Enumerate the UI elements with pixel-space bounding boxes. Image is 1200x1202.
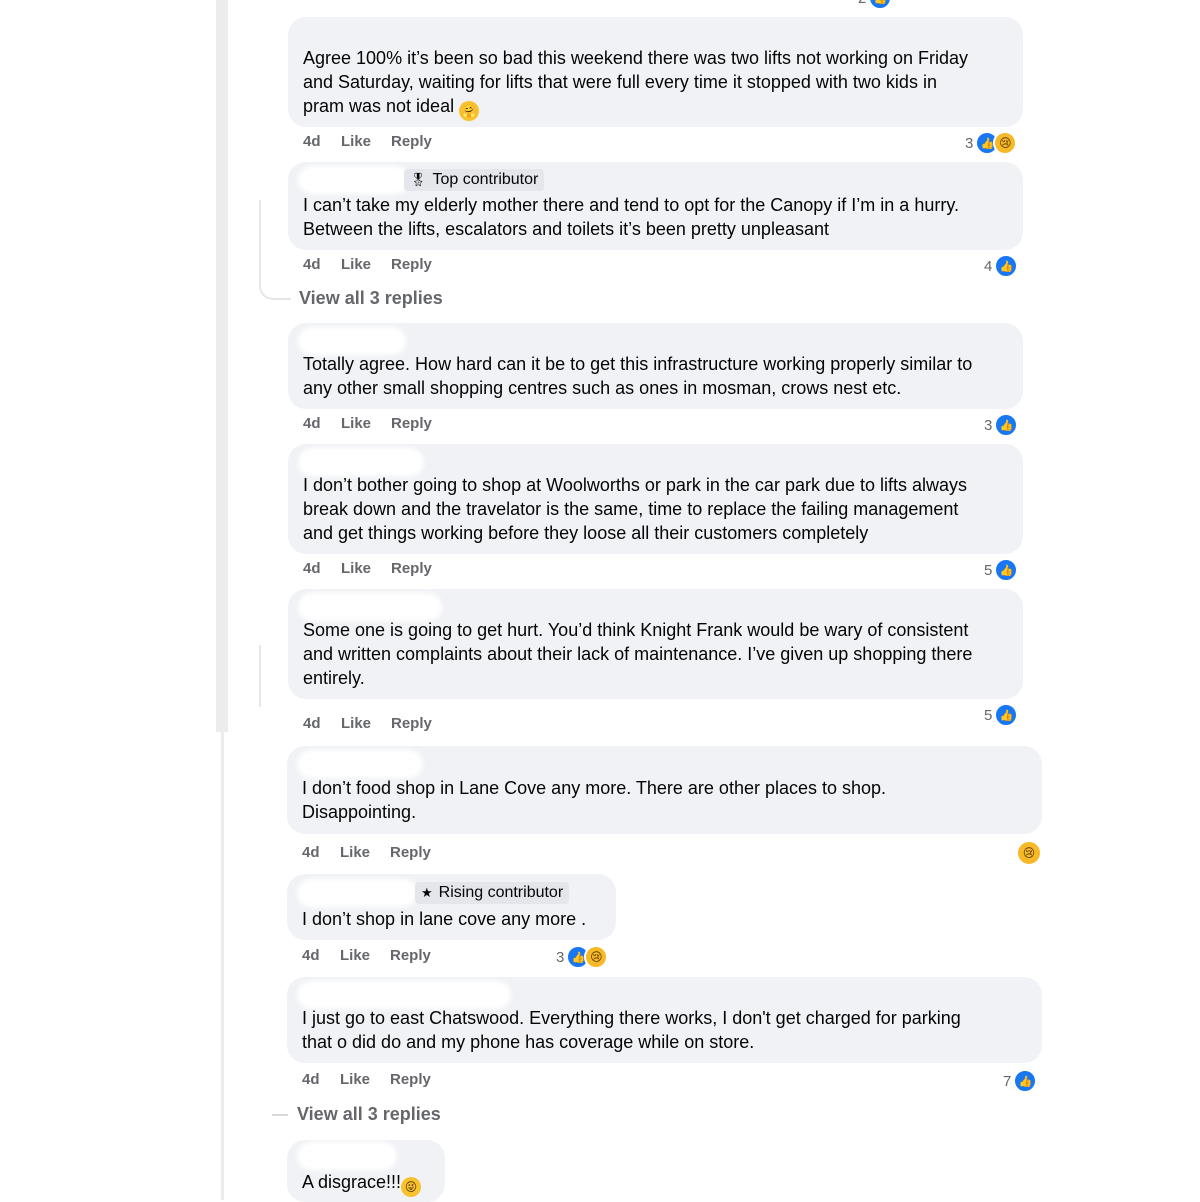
comment-text: A disgrace!!! 😜: [302, 1170, 441, 1197]
reply-thread-line: [259, 200, 291, 300]
reaction-summary-cut[interactable]: 2👍: [858, 0, 893, 10]
like-button[interactable]: Like: [341, 133, 391, 150]
like-button[interactable]: Like: [341, 560, 391, 577]
comment-time[interactable]: 4d: [303, 715, 341, 732]
like-button[interactable]: Like: [340, 947, 390, 964]
author-name-redacted: [301, 985, 507, 1005]
left-gutter: [216, 0, 228, 732]
comment-text: Agree 100% it’s been so bad this weekend…: [303, 46, 1007, 121]
comment-bubble: 🎖 Top contributor I can’t take my elderl…: [288, 162, 1023, 250]
reaction-summary[interactable]: 3 👍: [984, 413, 1019, 437]
like-reaction-icon: 👍: [1013, 1069, 1038, 1093]
comment-text: I don’t bother going to shop at Woolwort…: [303, 475, 968, 543]
reply-button[interactable]: Reply: [390, 844, 431, 861]
like-button[interactable]: Like: [340, 844, 390, 861]
comment-text: I don’t food shop in Lane Cove any more.…: [302, 778, 887, 822]
hugging-face-emoji: 🤗: [459, 101, 480, 121]
comment-actions: 4d Like Reply: [303, 560, 432, 577]
reaction-summary[interactable]: 4 👍: [984, 254, 1019, 278]
comment-text: Some one is going to get hurt. You’d thi…: [303, 620, 973, 688]
sad-reaction-icon: 😢: [1016, 840, 1042, 866]
comment-bubble: ★ Rising contributor I don’t shop in lan…: [287, 874, 616, 940]
reaction-summary[interactable]: 7 👍: [1003, 1069, 1038, 1093]
reply-button[interactable]: Reply: [390, 1071, 431, 1088]
like-button[interactable]: Like: [340, 1071, 390, 1088]
author-name-redacted: [301, 883, 413, 903]
comment-actions: 4d Like Reply: [303, 256, 432, 273]
like-button[interactable]: Like: [341, 256, 391, 273]
comment-text: Totally agree. How hard can it be to get…: [303, 354, 973, 398]
comment-time[interactable]: 4d: [303, 560, 341, 577]
reply-button[interactable]: Reply: [390, 947, 431, 964]
author-name-redacted: [302, 452, 420, 472]
reaction-summary[interactable]: 3 👍 😢: [965, 131, 1018, 155]
like-button[interactable]: Like: [341, 415, 391, 432]
comment-actions: 4d Like Reply: [303, 715, 432, 732]
reaction-summary[interactable]: 5 👍: [984, 558, 1019, 582]
comment-time[interactable]: 4d: [303, 256, 341, 273]
reply-connector: [272, 1114, 288, 1116]
like-button[interactable]: Like: [341, 715, 391, 732]
contributor-badge: ★ Rising contributor: [415, 882, 570, 904]
comment-actions: 4d Like Reply: [303, 133, 432, 150]
comment-actions: 4d Like Reply: [302, 1071, 431, 1088]
reaction-summary[interactable]: 5 👍: [984, 703, 1019, 727]
author-name-redacted: [302, 597, 438, 617]
view-replies-link[interactable]: View all 3 replies: [299, 288, 443, 309]
comment-actions: 4d Like Reply: [303, 415, 432, 432]
comment-bubble: Some one is going to get hurt. You’d thi…: [288, 589, 1023, 699]
comment-text: I just go to east Chatswood. Everything …: [302, 1008, 961, 1052]
comment-time[interactable]: 4d: [303, 415, 341, 432]
award-icon: 🎖: [410, 172, 427, 187]
comment-time[interactable]: 4d: [303, 133, 341, 150]
comment-bubble: I don’t food shop in Lane Cove any more.…: [287, 746, 1042, 834]
comment-actions: 4d Like Reply: [302, 844, 431, 861]
thread-line: [259, 645, 261, 707]
reply-button[interactable]: Reply: [391, 415, 432, 432]
like-reaction-icon: 👍: [994, 254, 1019, 278]
author-name-redacted: [301, 1146, 393, 1166]
sad-reaction-icon: 😢: [584, 945, 609, 969]
comment-time[interactable]: 4d: [302, 1071, 340, 1088]
comment-bubble: I just go to east Chatswood. Everything …: [287, 977, 1042, 1063]
reaction-summary[interactable]: 3 👍 😢: [556, 945, 609, 969]
left-gutter-lower: [221, 732, 224, 1200]
zany-face-emoji: 😜: [401, 1177, 422, 1197]
comment-actions: 4d Like Reply: [302, 947, 431, 964]
comment-bubble: Agree 100% it’s been so bad this weekend…: [288, 17, 1023, 127]
reaction-summary[interactable]: 😢: [1016, 840, 1042, 866]
comment-text: I can’t take my elderly mother there and…: [303, 195, 959, 239]
reply-button[interactable]: Reply: [391, 560, 432, 577]
like-reaction-icon: 👍: [994, 703, 1019, 727]
author-name-redacted: [302, 170, 406, 190]
view-replies-link[interactable]: View all 3 replies: [297, 1104, 441, 1125]
comment-bubble: I don’t bother going to shop at Woolwort…: [288, 444, 1023, 554]
comment-time[interactable]: 4d: [302, 947, 340, 964]
comment-time[interactable]: 4d: [302, 844, 340, 861]
author-name-redacted: [302, 331, 402, 351]
reply-button[interactable]: Reply: [391, 256, 432, 273]
star-icon: ★: [421, 885, 433, 900]
reply-button[interactable]: Reply: [391, 133, 432, 150]
contributor-badge: 🎖 Top contributor: [404, 169, 545, 191]
comment-bubble: Totally agree. How hard can it be to get…: [288, 323, 1023, 409]
like-reaction-icon: 👍: [994, 558, 1019, 582]
comment-bubble: A disgrace!!! 😜: [287, 1140, 445, 1202]
like-reaction-icon: 👍: [994, 413, 1019, 437]
reply-button[interactable]: Reply: [391, 715, 432, 732]
like-reaction-icon: 👍: [868, 0, 893, 10]
comment-text: I don’t shop in lane cove any more .: [302, 909, 587, 929]
sad-reaction-icon: 😢: [993, 131, 1018, 155]
author-name-redacted: [301, 754, 419, 774]
